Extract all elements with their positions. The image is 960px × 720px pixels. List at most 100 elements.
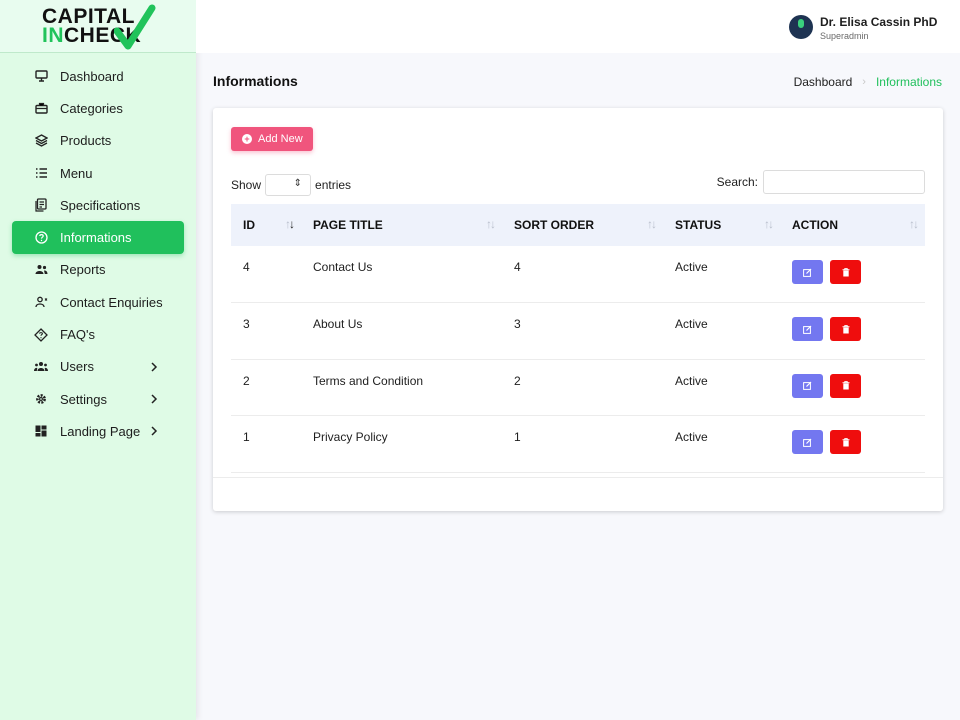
sidebar-item-dashboard[interactable]: Dashboard (0, 60, 196, 92)
cell-page-title: Privacy Policy (313, 430, 388, 444)
edit-icon (803, 268, 812, 277)
chevron-right-icon (150, 393, 160, 405)
table-row: 1 Privacy Policy 1 Active (231, 416, 925, 472)
breadcrumb-current: Informations (875, 75, 942, 89)
trash-icon (842, 324, 849, 333)
chevron-right-icon (150, 361, 160, 373)
edit-icon (803, 325, 812, 334)
informations-table: ID ↑↓ PAGE TITLE ↑↓ SORT ORDER ↑↓ STATUS ↑↓ … (231, 204, 925, 473)
edit-icon (803, 381, 812, 390)
sidebar: CAPITAL INCHECK Dashboard Categories Pro… (0, 0, 196, 720)
user-role: Superadmin (820, 31, 869, 41)
edit-icon (803, 438, 812, 447)
sidebar-item-label: Products (60, 133, 112, 149)
top-header: Dr. Elisa Cassin PhD Superadmin (196, 0, 960, 53)
sort-icon: ↑↓ (486, 217, 496, 231)
diamond-help-icon (34, 327, 48, 342)
trash-icon (842, 437, 849, 446)
informations-card: + Add New Show entries Search: ID↑↓ PAGE… (213, 108, 943, 511)
edit-button[interactable] (792, 373, 823, 398)
column-header-status[interactable]: STATUS ↑↓ (663, 204, 780, 246)
search-label: Search: (716, 175, 758, 189)
cell-sort-order: 3 (514, 317, 521, 331)
delete-button[interactable] (830, 430, 861, 454)
breadcrumb: Dashboard › Informations (794, 75, 942, 89)
table-row: 4 Contact Us 4 Active (231, 246, 925, 303)
sidebar-item-label: Users (60, 359, 94, 375)
sidebar-item-informations[interactable]: Informations (12, 221, 184, 254)
cell-sort-order: 4 (514, 260, 521, 274)
page-title: Informations (213, 73, 298, 89)
entries-select[interactable] (265, 174, 312, 196)
sidebar-item-label: Settings (60, 391, 107, 407)
add-new-button[interactable]: + Add New (231, 127, 313, 151)
show-label: Show (231, 178, 262, 192)
sidebar-item-categories[interactable]: Categories (0, 92, 196, 124)
sidebar-item-reports[interactable]: Reports (0, 254, 196, 286)
sidebar-item-users[interactable]: Users (0, 351, 196, 383)
sidebar-item-settings[interactable]: Settings (0, 383, 196, 415)
sidebar-item-landing-page[interactable]: Landing Page (0, 415, 196, 447)
cell-id: 3 (243, 317, 250, 331)
cell-page-title: Contact Us (313, 260, 373, 274)
sidebar-item-label: Menu (60, 165, 93, 181)
search-control: Search: (717, 170, 925, 194)
sidebar-item-menu[interactable]: Menu (0, 157, 196, 189)
column-header-sort-order[interactable]: SORT ORDER ↑↓ (502, 204, 663, 246)
list-icon (34, 166, 48, 180)
gear-icon (34, 392, 48, 406)
sidebar-item-products[interactable]: Products (0, 125, 196, 157)
edit-button[interactable] (792, 317, 823, 341)
search-input[interactable] (763, 170, 925, 194)
contact-icon (34, 295, 48, 309)
sort-icon: ↑↓ (647, 217, 657, 231)
check-mark-icon (114, 4, 156, 50)
plus-circle-icon: + (242, 134, 252, 144)
sort-desc-icon: ↑↓ (285, 217, 295, 231)
trash-icon (842, 381, 849, 390)
monitor-icon (34, 69, 48, 83)
column-header-page-title[interactable]: PAGE TITLE ↑↓ (301, 204, 502, 246)
document-icon (34, 198, 48, 212)
briefcase-icon (34, 101, 48, 115)
cell-sort-order: 2 (514, 373, 521, 388)
cell-action (780, 246, 925, 303)
cell-status: Active (675, 260, 708, 274)
user-name[interactable]: Dr. Elisa Cassin PhD (820, 15, 937, 29)
sort-icon: ↑↓ (764, 217, 774, 231)
column-header-id[interactable]: ID ↑↓ (231, 204, 301, 246)
sidebar-item-contact-enquiries[interactable]: Contact Enquiries (0, 286, 196, 318)
dashboard-grid-icon (34, 424, 48, 438)
sidebar-nav: Dashboard Categories Products Menu Speci… (0, 53, 196, 448)
table-row: 3 About Us 3 Active (231, 303, 925, 360)
sidebar-item-label: FAQ's (60, 327, 95, 343)
capital-incheck-logo[interactable]: CAPITAL INCHECK (0, 0, 196, 53)
edit-button[interactable] (792, 430, 823, 454)
cell-sort-order: 1 (514, 430, 521, 444)
cell-action (780, 303, 925, 360)
trash-icon (842, 267, 849, 276)
question-circle-icon (34, 231, 48, 245)
delete-button[interactable] (830, 373, 861, 398)
add-new-label: Add New (258, 133, 303, 145)
chevron-right-icon (150, 425, 160, 437)
cell-page-title: Terms and Condition (313, 373, 424, 388)
sidebar-item-label: Contact Enquiries (60, 294, 163, 310)
users-icon (34, 360, 48, 374)
cell-status: Active (675, 430, 708, 444)
edit-button[interactable] (792, 260, 823, 284)
cell-status: Active (675, 373, 708, 388)
column-header-action[interactable]: ACTION ↑↓ (780, 204, 925, 246)
cell-page-title: About Us (313, 317, 363, 331)
sidebar-item-label: Categories (60, 100, 123, 116)
delete-button[interactable] (830, 317, 861, 341)
layers-icon (34, 134, 48, 148)
delete-button[interactable] (830, 260, 861, 284)
user-group-icon (34, 263, 48, 277)
sidebar-item-faqs[interactable]: FAQ's (0, 318, 196, 350)
card-divider (213, 477, 943, 478)
breadcrumb-dashboard-link[interactable]: Dashboard (794, 75, 853, 89)
avatar[interactable] (789, 15, 813, 39)
table-header-row: ID ↑↓ PAGE TITLE ↑↓ SORT ORDER ↑↓ STATUS ↑↓ … (231, 204, 925, 246)
sidebar-item-specifications[interactable]: Specifications (0, 189, 196, 221)
